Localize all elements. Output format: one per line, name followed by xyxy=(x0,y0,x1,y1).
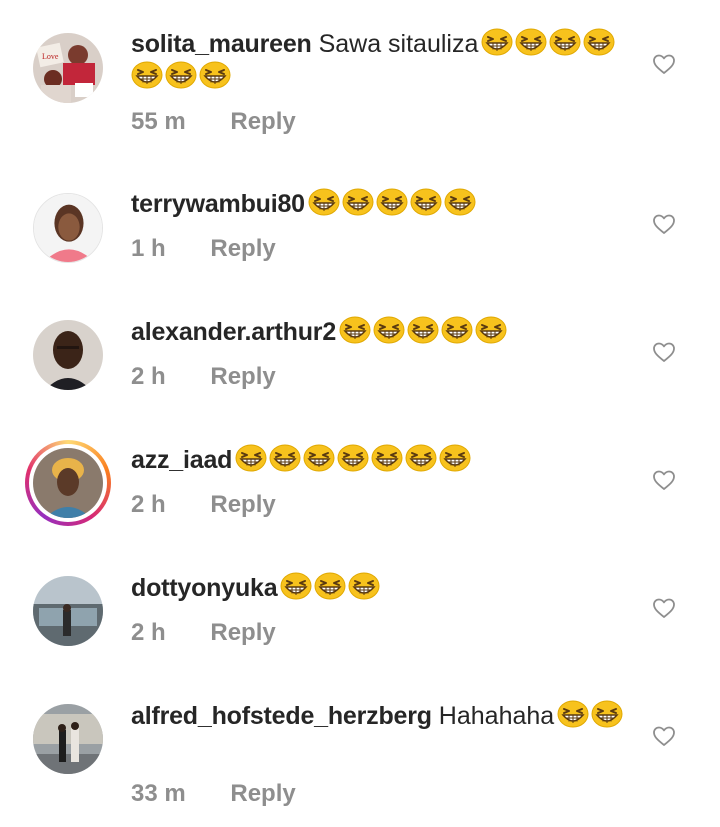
reply-button[interactable]: Reply xyxy=(210,235,275,263)
reply-button[interactable]: Reply xyxy=(230,780,295,808)
avatar-story-ring[interactable] xyxy=(25,440,111,526)
grinning-squinting-face-emoji xyxy=(549,28,581,56)
heart-outline-icon[interactable] xyxy=(652,724,676,748)
grinning-squinting-face-emoji xyxy=(348,572,380,600)
grinning-squinting-face-emoji xyxy=(339,316,371,344)
comment-time: 2 h xyxy=(131,619,166,646)
comment-message: Sawa sitauliza xyxy=(318,30,479,58)
comment-username[interactable]: alfred_hofstede_herzberg xyxy=(131,702,432,730)
comment-text: dottyonyuka xyxy=(131,572,636,605)
comment-meta: 2 h Reply xyxy=(131,491,276,519)
avatar[interactable] xyxy=(33,193,103,263)
avatar[interactable]: Love xyxy=(33,33,103,103)
comment-meta: 55 m Reply xyxy=(131,108,296,136)
heart-outline-icon[interactable] xyxy=(652,340,676,364)
heart-outline-icon[interactable] xyxy=(652,52,676,76)
svg-text:Love: Love xyxy=(42,52,59,61)
avatar[interactable] xyxy=(33,704,103,774)
heart-outline-icon[interactable] xyxy=(652,596,676,620)
grinning-squinting-face-emoji xyxy=(314,572,346,600)
grinning-squinting-face-emoji xyxy=(342,188,374,216)
reply-button[interactable]: Reply xyxy=(210,363,275,391)
emoji-row xyxy=(339,316,509,346)
grinning-squinting-face-emoji xyxy=(444,188,476,216)
reply-button[interactable]: Reply xyxy=(210,619,275,647)
comment-username[interactable]: azz_iaad xyxy=(131,446,232,474)
reply-button[interactable]: Reply xyxy=(210,491,275,519)
grinning-squinting-face-emoji xyxy=(376,188,408,216)
grinning-squinting-face-emoji xyxy=(405,444,437,472)
comment-meta: 1 h Reply xyxy=(131,235,276,263)
heart-outline-icon[interactable] xyxy=(652,468,676,492)
heart-outline-icon[interactable] xyxy=(652,212,676,236)
comment-username[interactable]: alexander.arthur2 xyxy=(131,318,336,346)
grinning-squinting-face-emoji xyxy=(303,444,335,472)
grinning-squinting-face-emoji xyxy=(557,700,589,728)
story-ring-gap xyxy=(29,444,107,522)
emoji-row xyxy=(235,444,473,474)
grinning-squinting-face-emoji xyxy=(269,444,301,472)
comment-text: alexander.arthur2 xyxy=(131,316,636,349)
comment-text: azz_iaad xyxy=(131,444,636,477)
comment-username[interactable]: dottyonyuka xyxy=(131,574,278,602)
comment-text: solita_maureen Sawa sitauliza xyxy=(131,28,636,94)
grinning-squinting-face-emoji xyxy=(131,61,163,89)
grinning-squinting-face-emoji xyxy=(583,28,615,56)
avatar[interactable] xyxy=(33,320,103,390)
grinning-squinting-face-emoji xyxy=(515,28,547,56)
grinning-squinting-face-emoji xyxy=(481,28,513,56)
reply-button[interactable]: Reply xyxy=(230,108,295,136)
grinning-squinting-face-emoji xyxy=(591,700,623,728)
comment-time: 1 h xyxy=(131,235,166,262)
emoji-row xyxy=(280,572,382,602)
grinning-squinting-face-emoji xyxy=(475,316,507,344)
grinning-squinting-face-emoji xyxy=(441,316,473,344)
grinning-squinting-face-emoji xyxy=(407,316,439,344)
avatar xyxy=(33,448,103,518)
grinning-squinting-face-emoji xyxy=(280,572,312,600)
grinning-squinting-face-emoji xyxy=(371,444,403,472)
grinning-squinting-face-emoji xyxy=(308,188,340,216)
comment-username[interactable]: solita_maureen xyxy=(131,30,312,58)
comment-time: 55 m xyxy=(131,108,186,135)
comment-text: alfred_hofstede_herzberg Hahahaha xyxy=(131,700,636,733)
comment-time: 2 h xyxy=(131,363,166,390)
comment-meta: 33 m Reply xyxy=(131,780,296,808)
grinning-squinting-face-emoji xyxy=(373,316,405,344)
comment-time: 33 m xyxy=(131,780,186,807)
comment-meta: 2 h Reply xyxy=(131,619,276,647)
emoji-row xyxy=(557,700,625,730)
comment-text: terrywambui80 xyxy=(131,188,636,221)
grinning-squinting-face-emoji xyxy=(199,61,231,89)
grinning-squinting-face-emoji xyxy=(410,188,442,216)
comment-message: Hahahaha xyxy=(438,702,555,730)
grinning-squinting-face-emoji xyxy=(439,444,471,472)
comment-time: 2 h xyxy=(131,491,166,518)
avatar[interactable] xyxy=(33,576,103,646)
emoji-row xyxy=(308,188,478,218)
grinning-squinting-face-emoji xyxy=(337,444,369,472)
grinning-squinting-face-emoji xyxy=(165,61,197,89)
comment-username[interactable]: terrywambui80 xyxy=(131,190,305,218)
grinning-squinting-face-emoji xyxy=(235,444,267,472)
comment-meta: 2 h Reply xyxy=(131,363,276,391)
